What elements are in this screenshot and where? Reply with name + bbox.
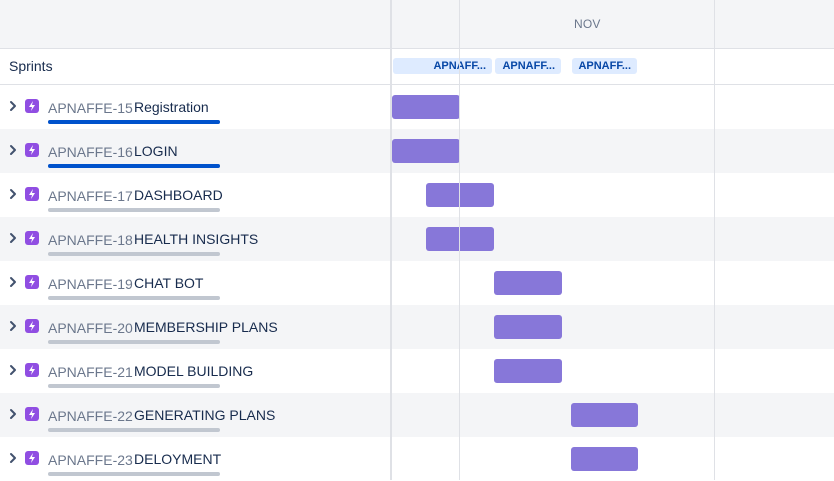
progress-bar bbox=[48, 340, 220, 344]
epic-schedule-bar[interactable] bbox=[426, 227, 494, 251]
sprint-chip[interactable]: APNAFF... bbox=[495, 58, 561, 74]
progress-bar bbox=[48, 296, 220, 300]
progress-bar bbox=[48, 428, 220, 432]
progress-bar bbox=[48, 252, 220, 256]
sprint-chip[interactable]: APNAFF... bbox=[393, 58, 492, 74]
issue-title[interactable]: DELOYMENT bbox=[134, 451, 221, 467]
epic-lightning-icon bbox=[25, 275, 39, 289]
expand-chevron-icon[interactable] bbox=[7, 230, 19, 246]
month-label: NOV bbox=[574, 17, 601, 31]
issue-key[interactable]: APNAFFE-18 bbox=[48, 232, 133, 248]
issue-row[interactable]: APNAFFE-15 Registration bbox=[0, 85, 390, 129]
issue-list-panel: Sprints APNAFFE-15 Registration APNAFFE-16… bbox=[0, 0, 392, 481]
issue-row[interactable]: APNAFFE-19 CHAT BOT bbox=[0, 261, 390, 305]
issue-key[interactable]: APNAFFE-16 bbox=[48, 144, 133, 160]
expand-chevron-icon[interactable] bbox=[7, 318, 19, 334]
issue-key[interactable]: APNAFFE-20 bbox=[48, 320, 133, 336]
expand-chevron-icon[interactable] bbox=[7, 450, 19, 466]
progress-bar-fill bbox=[48, 164, 220, 168]
epic-lightning-icon bbox=[25, 143, 39, 157]
epic-schedule-bar[interactable] bbox=[426, 183, 494, 207]
issue-key[interactable]: APNAFFE-19 bbox=[48, 276, 133, 292]
progress-bar bbox=[48, 120, 220, 124]
issue-row[interactable]: APNAFFE-23 DELOYMENT bbox=[0, 437, 390, 481]
epic-lightning-icon bbox=[25, 319, 39, 333]
expand-chevron-icon[interactable] bbox=[7, 186, 19, 202]
epic-schedule-bar[interactable] bbox=[571, 403, 638, 427]
issue-key[interactable]: APNAFFE-17 bbox=[48, 188, 133, 204]
epic-lightning-icon bbox=[25, 187, 39, 201]
issue-row[interactable]: APNAFFE-17 DASHBOARD bbox=[0, 173, 390, 217]
issue-row[interactable]: APNAFFE-16 LOGIN bbox=[0, 129, 390, 173]
sprints-row-label-cell: Sprints bbox=[0, 49, 390, 85]
issue-row[interactable]: APNAFFE-18 HEALTH INSIGHTS bbox=[0, 217, 390, 261]
timeline-gridline bbox=[714, 0, 715, 480]
expand-chevron-icon[interactable] bbox=[7, 406, 19, 422]
issue-title[interactable]: MEMBERSHIP PLANS bbox=[134, 319, 278, 335]
progress-bar bbox=[48, 472, 220, 476]
issue-title[interactable]: MODEL BUILDING bbox=[134, 363, 253, 379]
issue-key[interactable]: APNAFFE-21 bbox=[48, 364, 133, 380]
epic-schedule-bar[interactable] bbox=[392, 95, 460, 119]
issue-title[interactable]: GENERATING PLANS bbox=[134, 407, 275, 423]
progress-bar bbox=[48, 208, 220, 212]
expand-chevron-icon[interactable] bbox=[7, 142, 19, 158]
epic-schedule-bar[interactable] bbox=[392, 139, 460, 163]
issue-key[interactable]: APNAFFE-22 bbox=[48, 408, 133, 424]
expand-chevron-icon[interactable] bbox=[7, 98, 19, 114]
issue-key[interactable]: APNAFFE-15 bbox=[48, 100, 133, 116]
issue-row[interactable]: APNAFFE-20 MEMBERSHIP PLANS bbox=[0, 305, 390, 349]
issue-title[interactable]: CHAT BOT bbox=[134, 275, 204, 291]
progress-bar bbox=[48, 164, 220, 168]
epic-lightning-icon bbox=[25, 99, 39, 113]
expand-chevron-icon[interactable] bbox=[7, 362, 19, 378]
sprint-chip[interactable]: APNAFF... bbox=[572, 58, 637, 74]
epic-schedule-bar[interactable] bbox=[494, 359, 562, 383]
issue-title[interactable]: HEALTH INSIGHTS bbox=[134, 231, 258, 247]
progress-bar bbox=[48, 384, 220, 388]
issue-title[interactable]: LOGIN bbox=[134, 143, 178, 159]
epic-lightning-icon bbox=[25, 451, 39, 465]
roadmap-view: Sprints APNAFFE-15 Registration APNAFFE-16… bbox=[0, 0, 834, 481]
issue-title[interactable]: DASHBOARD bbox=[134, 187, 223, 203]
timeline-panel: NOV APNAFF... APNAFF... APNAFF... bbox=[392, 0, 834, 481]
epic-schedule-bar[interactable] bbox=[494, 315, 562, 339]
issue-row[interactable]: APNAFFE-22 GENERATING PLANS bbox=[0, 393, 390, 437]
timeline-gridline bbox=[459, 0, 460, 480]
epic-lightning-icon bbox=[25, 231, 39, 245]
issue-list-header bbox=[0, 0, 390, 49]
epic-schedule-bar[interactable] bbox=[494, 271, 562, 295]
issue-title[interactable]: Registration bbox=[134, 99, 209, 115]
issue-row[interactable]: APNAFFE-21 MODEL BUILDING bbox=[0, 349, 390, 393]
expand-chevron-icon[interactable] bbox=[7, 274, 19, 290]
sprints-label: Sprints bbox=[9, 58, 53, 74]
epic-lightning-icon bbox=[25, 363, 39, 377]
issue-key[interactable]: APNAFFE-23 bbox=[48, 452, 133, 468]
progress-bar-fill bbox=[48, 120, 220, 124]
epic-schedule-bar[interactable] bbox=[571, 447, 638, 471]
epic-lightning-icon bbox=[25, 407, 39, 421]
